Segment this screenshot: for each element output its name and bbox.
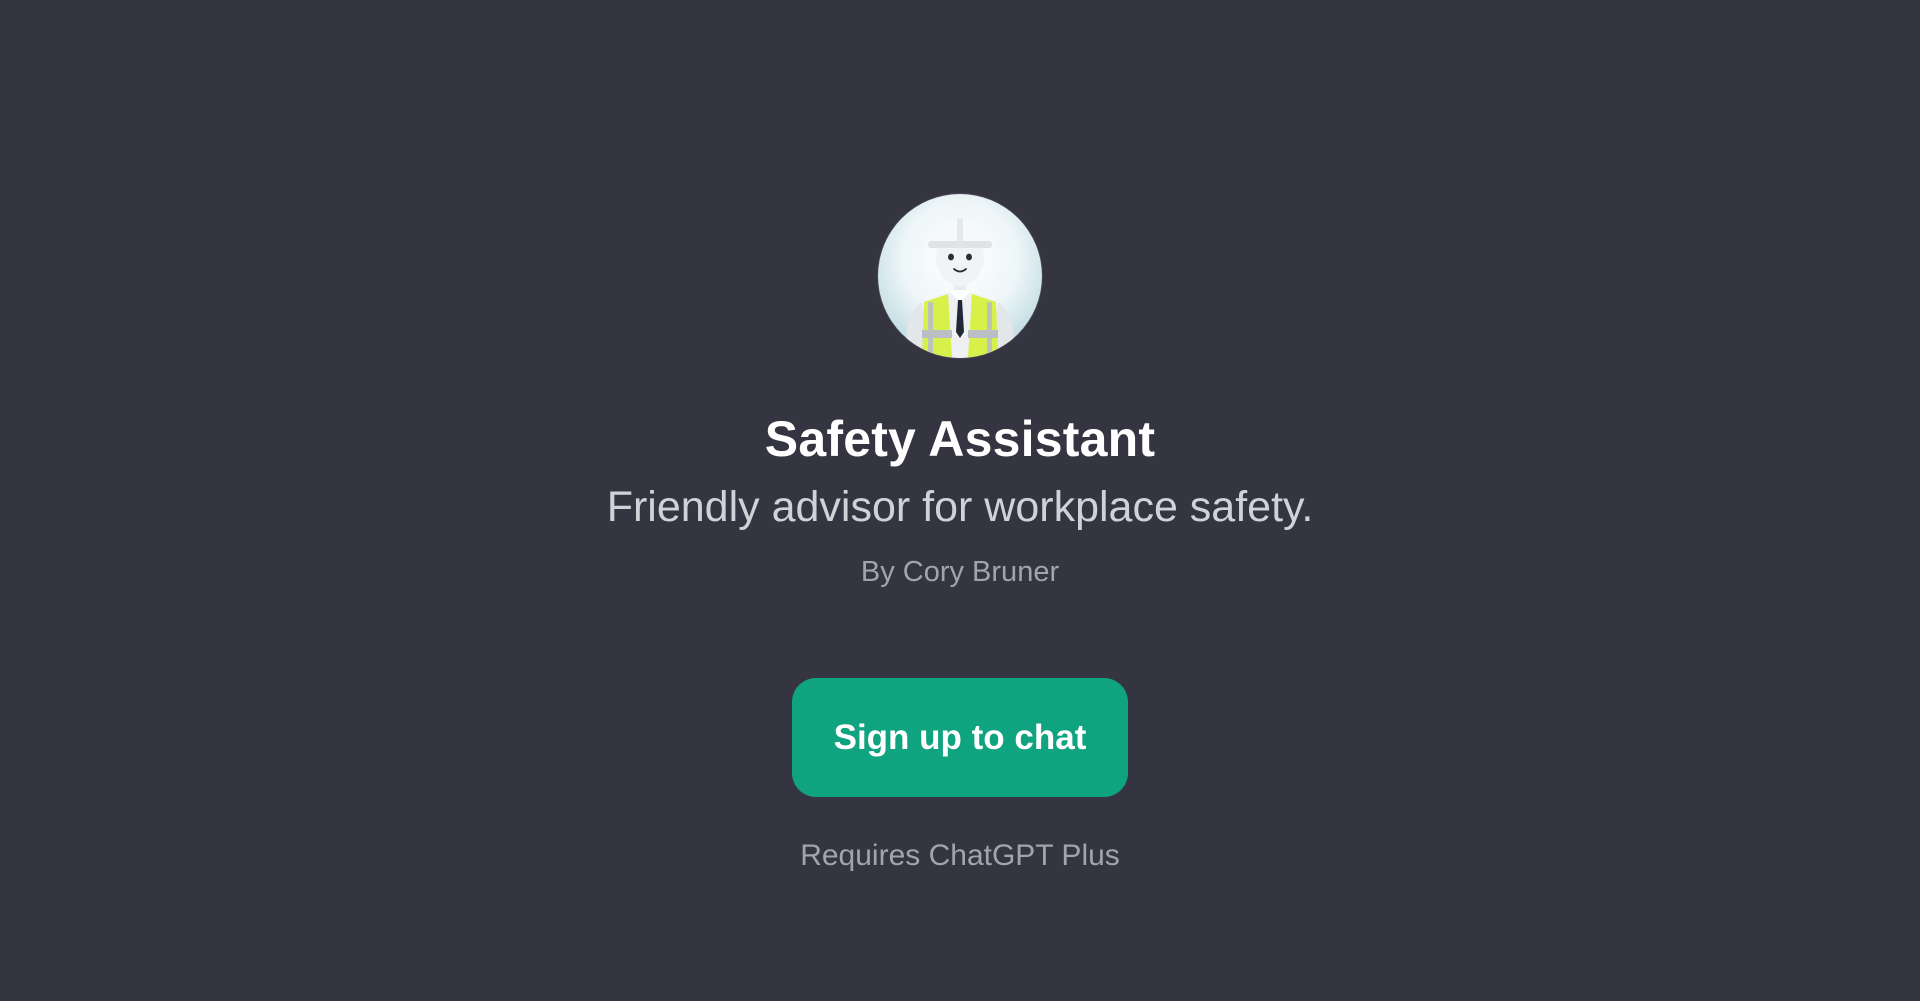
gpt-landing-page: Safety Assistant Friendly advisor for wo… bbox=[0, 0, 1920, 1001]
sign-up-button[interactable]: Sign up to chat bbox=[792, 678, 1128, 797]
safety-worker-icon bbox=[906, 218, 1014, 358]
gpt-avatar bbox=[878, 194, 1042, 358]
gpt-author: By Cory Bruner bbox=[860, 556, 1060, 588]
gpt-title: Safety Assistant bbox=[764, 411, 1156, 467]
gpt-description: Friendly advisor for workplace safety. bbox=[606, 483, 1314, 531]
plan-requirement-note: Requires ChatGPT Plus bbox=[800, 839, 1120, 872]
